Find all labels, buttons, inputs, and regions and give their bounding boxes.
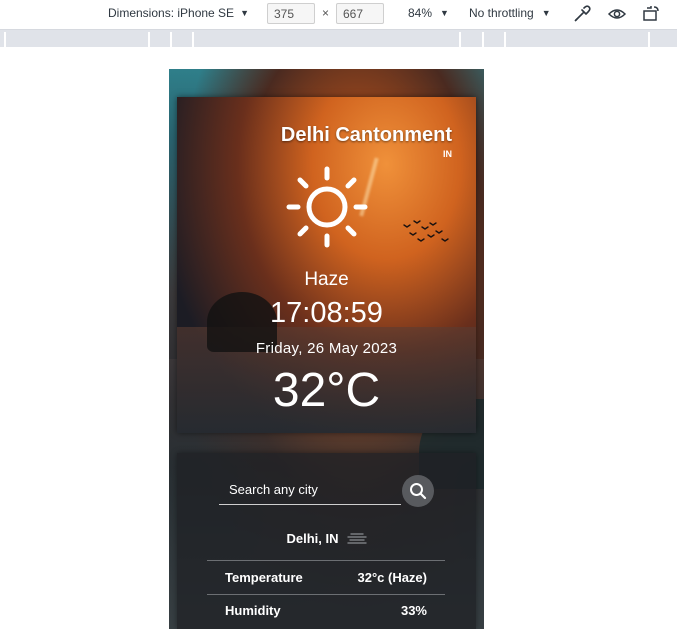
devtools-device-toolbar: Dimensions: iPhone SE ▼ × 84% ▼ No throt… — [0, 0, 677, 28]
ruler-tick — [148, 32, 150, 47]
rotate-device-icon[interactable] — [641, 4, 661, 24]
ruler-tick — [192, 32, 194, 47]
ruler-tick — [504, 32, 506, 47]
viewport-width-input[interactable] — [267, 3, 315, 24]
sun-icon — [286, 166, 368, 248]
device-dimensions-label: Dimensions: iPhone SE — [108, 6, 235, 20]
current-time: 17:08:59 — [270, 297, 383, 329]
ruler-tick — [459, 32, 461, 47]
current-weather-card: Delhi Cantonment IN Haze 17:08:59 Friday… — [177, 97, 476, 433]
search-button[interactable] — [402, 475, 434, 507]
device-dimensions-dropdown[interactable]: Dimensions: iPhone SE ▼ — [108, 6, 249, 20]
zoom-dropdown[interactable]: 84% ▼ — [408, 6, 449, 20]
chevron-down-icon: ▼ — [240, 8, 249, 18]
ruler-tick — [4, 32, 6, 47]
location-row: Delhi, IN — [177, 531, 476, 546]
search-panel: Delhi, IN Temperature 32°c (Haze) Humidi… — [177, 453, 476, 629]
detail-row-temperature: Temperature 32°c (Haze) — [207, 567, 445, 587]
ruler-tick — [482, 32, 484, 47]
city-search-input[interactable] — [219, 475, 401, 505]
detail-label: Temperature — [225, 569, 303, 585]
viewport-height-input[interactable] — [336, 3, 384, 24]
detail-value: 32°c (Haze) — [357, 569, 427, 585]
current-date: Friday, 26 May 2023 — [255, 340, 398, 357]
throttling-label: No throttling — [469, 6, 534, 20]
eye-icon[interactable] — [607, 4, 627, 24]
chevron-down-icon: ▼ — [440, 8, 449, 18]
birds-icon — [403, 220, 449, 242]
current-temperature: 32°C — [272, 364, 381, 417]
eyedropper-icon[interactable] — [572, 4, 592, 24]
media-query-ruler — [0, 29, 677, 47]
weather-app-viewport: Delhi Cantonment IN Haze 17:08:59 Friday… — [169, 69, 484, 629]
detail-label: Humidity — [225, 602, 281, 618]
divider — [207, 560, 445, 561]
chevron-down-icon: ▼ — [541, 8, 551, 18]
detail-value: 33% — [400, 602, 427, 618]
zoom-label: 84% — [408, 6, 433, 20]
search-icon — [410, 483, 427, 500]
ruler-tick — [170, 32, 172, 47]
weather-condition: Haze — [304, 269, 349, 290]
dimension-separator: × — [322, 6, 330, 20]
haze-icon — [346, 532, 367, 544]
divider — [207, 594, 445, 595]
location-label: Delhi, IN — [286, 531, 339, 546]
ruler-tick — [648, 32, 650, 47]
country-code: IN — [443, 149, 452, 159]
throttling-dropdown[interactable]: No throttling ▼ — [469, 6, 551, 20]
city-name: Delhi Cantonment — [280, 124, 452, 146]
detail-row-humidity: Humidity 33% — [207, 600, 445, 620]
